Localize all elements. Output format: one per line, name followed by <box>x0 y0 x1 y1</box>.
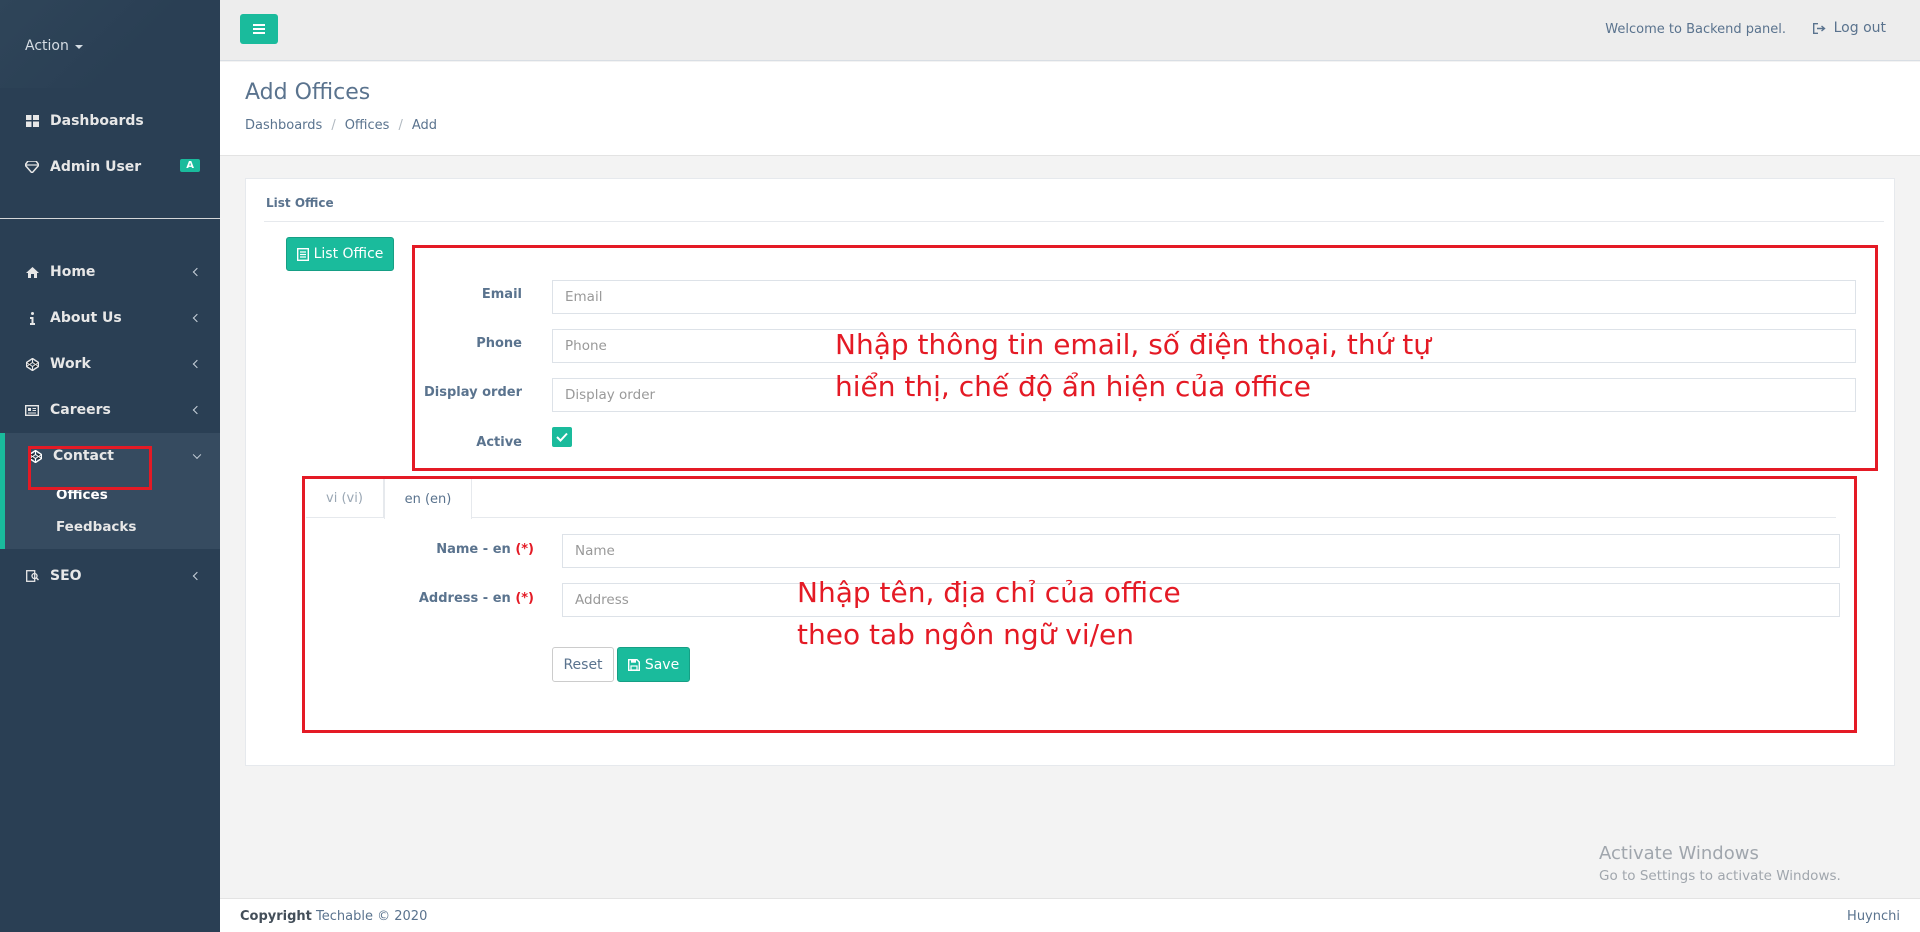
sidebar-subitem-label: Offices <box>56 487 108 503</box>
diamond-icon <box>24 159 40 175</box>
caret-down-icon <box>74 45 83 49</box>
active-checkbox[interactable] <box>552 427 572 447</box>
watermark-title: Activate Windows <box>1599 843 1759 864</box>
annotation-line: hiển thị, chế độ ẩn hiện của office <box>835 370 1311 403</box>
address-en-field[interactable] <box>562 583 1840 617</box>
footer-author: Huynchi <box>1847 909 1900 924</box>
sidebar-item-dashboards[interactable]: Dashboards <box>0 98 220 144</box>
sidebar-item-admin-user[interactable]: Admin User A <box>0 144 220 190</box>
breadcrumb-separator: / <box>398 118 403 133</box>
sidebar-item-home[interactable]: Home <box>0 249 220 295</box>
sidebar-subitem-offices[interactable]: Offices <box>5 479 220 511</box>
required-mark: (*) <box>515 542 534 557</box>
active-label: Active <box>476 435 522 450</box>
language-tabs: vi (vi) en (en) <box>306 478 1836 519</box>
chevron-left-icon <box>192 267 202 277</box>
sidebar-item-work[interactable]: Work <box>0 341 220 387</box>
sidebar-subitem-feedbacks[interactable]: Feedbacks <box>5 511 220 543</box>
address-en-label-text: Address - en <box>418 591 511 606</box>
logout-label: Log out <box>1833 20 1886 36</box>
name-en-label-text: Name - en <box>436 542 511 557</box>
name-en-field[interactable] <box>562 534 1840 568</box>
action-dropdown[interactable]: Action <box>25 38 83 54</box>
codepen-icon <box>24 356 40 372</box>
sidebar: Action Dashboards Admin User A Home Abou… <box>0 0 220 932</box>
sidebar-divider <box>0 218 220 219</box>
watermark-subtitle: Go to Settings to activate Windows. <box>1599 868 1841 884</box>
sidebar-item-label: About Us <box>50 310 122 326</box>
annotation-line: Nhập tên, địa chỉ của office <box>797 576 1181 609</box>
sidebar-item-label: SEO <box>50 568 82 584</box>
sidebar-subitem-label: Feedbacks <box>56 519 137 535</box>
sidebar-group-contact: Contact Offices Feedbacks <box>0 433 220 549</box>
sidebar-item-label: Contact <box>53 448 114 464</box>
info-icon <box>24 310 40 326</box>
annotation-line: Nhập thông tin email, số điện thoại, thứ… <box>835 328 1431 361</box>
save-label: Save <box>644 656 680 673</box>
top-navbar: Welcome to Backend panel. Log out <box>220 0 1920 61</box>
sidebar-item-careers[interactable]: Careers <box>0 387 220 433</box>
sidebar-item-label: Work <box>50 356 91 372</box>
list-office-button[interactable]: List Office <box>286 237 394 271</box>
breadcrumb-add: Add <box>411 118 437 133</box>
panel-title: List Office <box>266 196 334 210</box>
panel-divider <box>264 221 1884 222</box>
sidebar-item-seo[interactable]: SEO <box>0 553 220 599</box>
annotation-general-fields: Nhập thông tin email, số điện thoại, thứ… <box>835 324 1431 408</box>
check-icon <box>556 432 568 442</box>
hamburger-icon <box>253 24 265 34</box>
admin-badge: A <box>180 159 200 172</box>
breadcrumb-offices[interactable]: Offices <box>345 118 390 133</box>
dashboard-icon <box>24 113 40 129</box>
display-order-label: Display order <box>424 385 522 400</box>
tab-vi[interactable]: vi (vi) <box>306 478 384 518</box>
sidebar-item-label: Admin User <box>50 159 142 175</box>
floppy-disk-icon <box>627 658 640 671</box>
copyright-label: Copyright <box>240 909 312 924</box>
sidebar-item-contact[interactable]: Contact <box>5 433 220 479</box>
page-title: Add Offices <box>245 80 371 105</box>
required-mark: (*) <box>515 591 534 606</box>
save-button[interactable]: Save <box>617 647 690 682</box>
chevron-down-icon <box>192 450 202 460</box>
sidebar-header: Action <box>0 0 220 88</box>
email-field[interactable] <box>552 280 1856 314</box>
logout-link[interactable]: Log out <box>1812 20 1886 36</box>
footer: Copyright Techable © 2020 Huynchi <box>220 898 1920 932</box>
phone-label: Phone <box>476 336 522 351</box>
page-header: Add Offices Dashboards / Offices / Add <box>220 62 1920 156</box>
sidebar-item-label: Home <box>50 264 96 280</box>
list-icon <box>296 247 309 261</box>
chevron-left-icon <box>192 405 202 415</box>
sidebar-item-about-us[interactable]: About Us <box>0 295 220 341</box>
sign-out-icon <box>1812 22 1826 34</box>
sidebar-item-label: Careers <box>50 402 111 418</box>
list-office-label: List Office <box>313 246 384 262</box>
sidebar-item-label: Dashboards <box>50 113 144 129</box>
name-en-label: Name - en (*) <box>400 542 534 557</box>
newspaper-icon <box>24 402 40 418</box>
address-en-label: Address - en (*) <box>400 591 534 606</box>
seo-icon <box>24 568 40 584</box>
breadcrumb-separator: / <box>331 118 336 133</box>
chevron-left-icon <box>192 359 202 369</box>
form-panel: List Office List Office <box>245 178 1895 766</box>
breadcrumb-dashboards[interactable]: Dashboards <box>245 118 322 133</box>
welcome-text: Welcome to Backend panel. <box>1605 22 1786 37</box>
copyright-text: Techable © 2020 <box>316 909 428 924</box>
chevron-left-icon <box>192 571 202 581</box>
breadcrumb: Dashboards / Offices / Add <box>245 118 437 133</box>
email-label: Email <box>481 287 522 302</box>
action-label: Action <box>25 38 69 54</box>
reset-button[interactable]: Reset <box>552 647 614 682</box>
tab-en[interactable]: en (en) <box>384 478 472 519</box>
annotation-line: theo tab ngôn ngữ vi/en <box>797 618 1135 651</box>
chevron-left-icon <box>192 313 202 323</box>
codepen-icon <box>27 448 43 464</box>
footer-copyright: Copyright Techable © 2020 <box>240 909 427 924</box>
home-icon <box>24 264 40 280</box>
menu-toggle-button[interactable] <box>240 14 278 44</box>
annotation-language-fields: Nhập tên, địa chỉ của office theo tab ng… <box>797 572 1181 656</box>
windows-activation-watermark: Activate Windows Go to Settings to activ… <box>1599 843 1841 884</box>
